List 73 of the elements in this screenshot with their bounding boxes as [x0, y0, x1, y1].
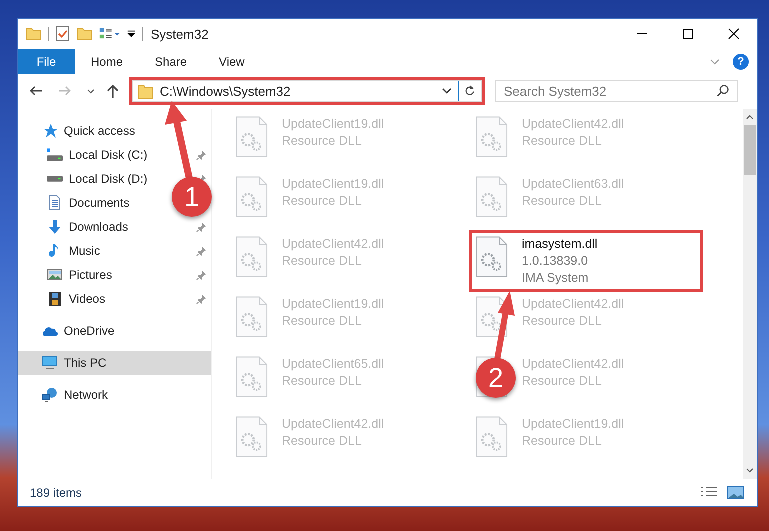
picture-icon	[47, 267, 63, 283]
nav-item[interactable]: OneDrive	[18, 319, 211, 343]
details-view-icon[interactable]	[700, 486, 718, 500]
file-detail: Resource DLL	[282, 133, 363, 150]
monitor-icon	[42, 355, 58, 371]
address-path: C:\Windows\System32	[160, 84, 292, 98]
gear-file-icon	[236, 236, 268, 278]
gear-file-icon	[236, 176, 268, 218]
search-field[interactable]: Search System32	[495, 80, 738, 102]
document-icon	[47, 195, 63, 211]
maximize-icon	[682, 28, 694, 40]
network-icon	[42, 387, 58, 403]
nav-label: This PC	[64, 356, 107, 370]
search-icon	[716, 84, 730, 98]
ribbon-tab[interactable]: View	[203, 49, 261, 74]
gear-file-icon	[476, 176, 508, 218]
gear-file-icon	[476, 416, 508, 458]
nav-item[interactable]: This PC	[18, 351, 211, 375]
gear-file-icon	[476, 236, 508, 278]
help-button[interactable]: ?	[733, 54, 749, 70]
file-detail: Resource DLL	[522, 433, 603, 450]
nav-item[interactable]: Downloads	[69, 220, 128, 234]
nav-item[interactable]: Local Disk (C:)	[69, 148, 148, 162]
drive-icon	[47, 147, 63, 163]
nav-item[interactable]: Pictures	[69, 268, 112, 282]
star-icon	[42, 123, 58, 139]
file-detail: Resource DLL	[282, 253, 363, 270]
drive-icon	[47, 176, 63, 182]
nav-item[interactable]: Network	[18, 383, 211, 407]
nav-item[interactable]: Videos	[69, 292, 106, 306]
scroll-thumb[interactable]	[744, 125, 756, 175]
file-detail: Resource DLL	[522, 133, 603, 150]
gear-file-icon	[236, 116, 268, 158]
close-icon	[728, 28, 740, 40]
nav-label: OneDrive	[64, 324, 115, 338]
ribbon-tab[interactable]: Share	[139, 49, 204, 74]
file-detail: Resource DLL	[522, 373, 603, 390]
nav-item[interactable]: Quick access	[18, 119, 211, 143]
up-arrow-icon[interactable]	[105, 83, 121, 99]
minimize-icon	[636, 33, 648, 35]
gear-file-icon	[236, 356, 268, 398]
nav-label: Quick access	[64, 124, 136, 138]
file-detail: Resource DLL	[282, 193, 363, 210]
gear-file-icon	[476, 296, 508, 338]
file-detail: 1.0.13839.0	[522, 253, 590, 270]
folder-icon	[26, 26, 42, 42]
nav-item[interactable]: Local Disk (D:)	[69, 172, 148, 186]
film-icon	[47, 291, 63, 307]
file-detail: Resource DLL	[522, 193, 603, 210]
gear-file-icon	[476, 116, 508, 158]
folder-icon	[138, 82, 154, 100]
properties-icon[interactable]	[55, 26, 71, 42]
file-tile[interactable]: imasystem.dll 1.0.13839.0 IMA System	[472, 233, 700, 289]
address-bar[interactable]: C:\Windows\System32	[132, 80, 482, 102]
item-count: 189 items	[30, 486, 82, 500]
gear-file-icon	[236, 296, 268, 338]
gear-file-icon	[236, 416, 268, 458]
nav-item[interactable]: Music	[69, 244, 100, 258]
refresh-icon[interactable]	[464, 85, 476, 97]
file-tab[interactable]: File	[18, 49, 75, 74]
file-name: imasystem.dll	[522, 236, 598, 253]
file-detail: Resource DLL	[282, 313, 363, 330]
download-icon	[47, 219, 63, 235]
window-title: System32	[151, 26, 209, 42]
file-detail: Resource DLL	[282, 373, 363, 390]
nav-item[interactable]: Documents	[69, 196, 130, 210]
file-detail: Resource DLL	[282, 433, 363, 450]
large-icons-view-icon[interactable]	[727, 486, 745, 500]
ribbon-tab[interactable]: Home	[75, 49, 140, 74]
file-detail: Resource DLL	[522, 313, 603, 330]
nav-label: Network	[64, 388, 108, 402]
file-detail: IMA System	[522, 270, 590, 287]
scrollbar[interactable]	[743, 109, 757, 479]
